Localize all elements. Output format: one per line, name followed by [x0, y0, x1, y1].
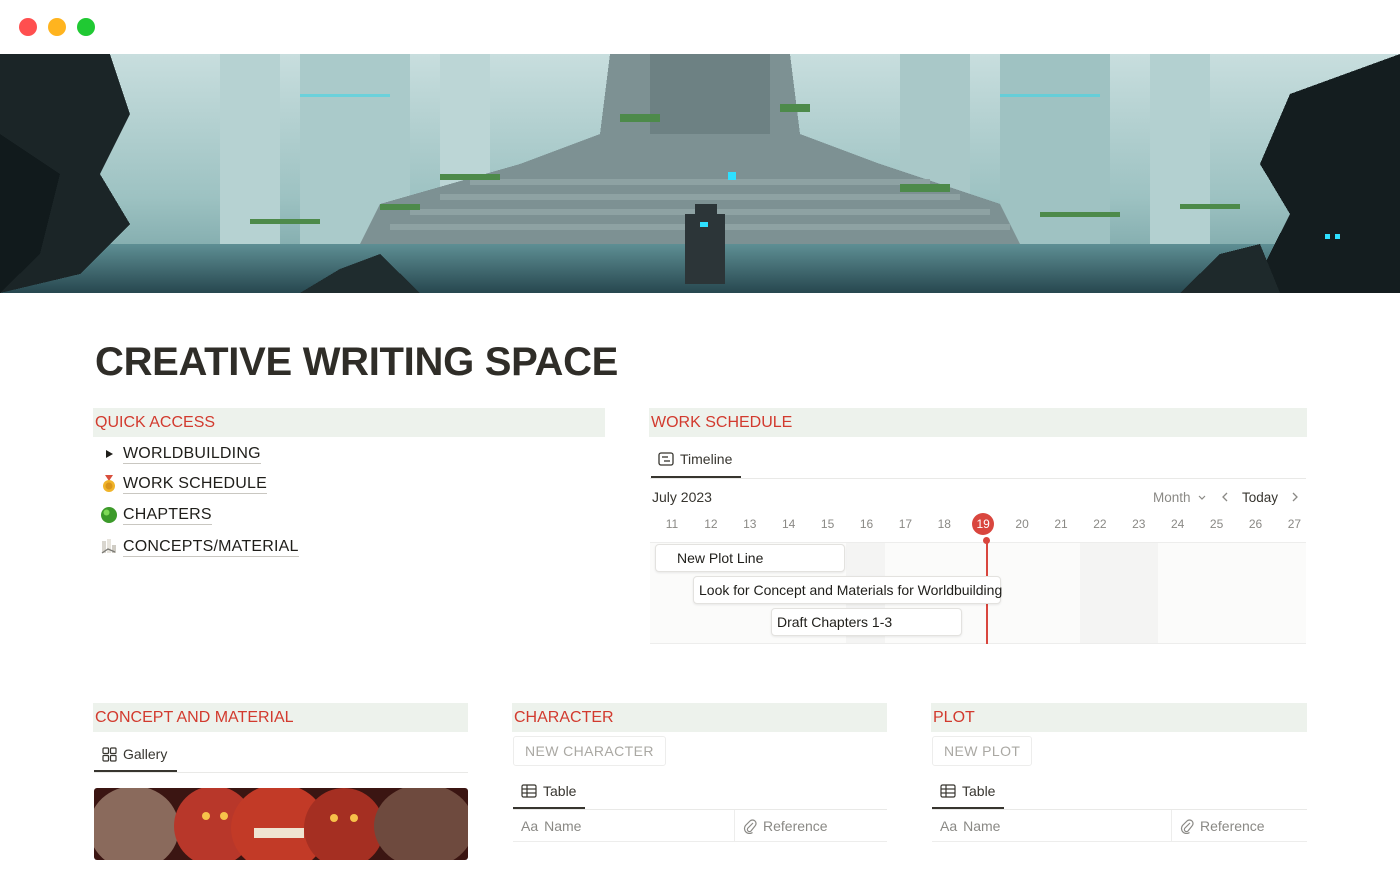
green-ball-icon: [98, 505, 120, 525]
tab-label: Table: [962, 783, 996, 799]
tab-timeline[interactable]: Timeline: [658, 444, 732, 474]
concept-material-heading: CONCEPT AND MATERIAL: [93, 703, 468, 732]
timeline-day: 21: [1054, 517, 1068, 531]
chevron-left-icon: [1222, 492, 1228, 502]
timeline-day-current: 19: [976, 517, 990, 531]
quick-access-label[interactable]: WORK SCHEDULE: [123, 474, 267, 494]
timeline-weekend-shade: [1080, 543, 1158, 643]
timeline-task-bar[interactable]: Look for Concept and Materials for World…: [693, 576, 1002, 604]
timeline-day: 15: [820, 517, 835, 531]
column-header-label: Name: [544, 817, 582, 834]
timeline-icon: [658, 452, 674, 466]
cover-image: [0, 54, 1400, 293]
chevron-right-icon: [1292, 492, 1298, 502]
timeline-day: 22: [1093, 517, 1107, 531]
timeline-day: 18: [937, 517, 951, 531]
text-property-icon: Aa: [940, 817, 958, 834]
chart-document-icon: [98, 537, 120, 557]
column-header-reference[interactable]: Reference: [735, 810, 885, 842]
table-header-row: Aa Name Reference: [932, 809, 1307, 842]
tab-divider: [650, 478, 1306, 479]
timeline-next-button[interactable]: [1290, 491, 1300, 506]
new-plot-button[interactable]: NEW PLOT: [932, 736, 1033, 766]
plot-heading: PLOT: [931, 703, 1307, 732]
paperclip-icon: [743, 818, 757, 834]
work-schedule-heading: WORK SCHEDULE: [649, 408, 1307, 437]
text-property-icon: Aa: [521, 817, 539, 834]
tab-divider: [94, 772, 468, 773]
timeline-day: 12: [704, 517, 718, 531]
table-icon: [521, 784, 537, 798]
tab-label: Gallery: [123, 746, 168, 762]
tab-label: Timeline: [680, 451, 733, 467]
tab-gallery[interactable]: Gallery: [102, 739, 167, 769]
table-header-row: Aa Name Reference: [513, 809, 887, 842]
timeline-day: 16: [859, 517, 874, 531]
quick-access-item-concepts-material[interactable]: CONCEPTS/MATERIAL: [98, 535, 299, 559]
timeline-month-label: July 2023: [652, 489, 712, 505]
column-header-label: Name: [963, 817, 1001, 834]
window-titlebar: [0, 0, 1400, 54]
quick-access-label[interactable]: CONCEPTS/MATERIAL: [123, 537, 299, 557]
timeline-day: 17: [898, 517, 913, 531]
column-header-name[interactable]: Aa Name: [932, 810, 1171, 842]
timeline-day: 27: [1287, 517, 1302, 531]
timeline-day: 23: [1132, 517, 1146, 531]
tab-table[interactable]: Table: [521, 776, 576, 806]
maximize-window-button[interactable]: [77, 18, 95, 36]
paperclip-icon: [1180, 818, 1194, 834]
timeline-day: 24: [1171, 517, 1185, 531]
timeline-task-bar[interactable]: Draft Chapters 1-3: [771, 608, 962, 636]
timeline-day: 26: [1248, 517, 1263, 531]
table-icon: [940, 784, 956, 798]
today-line-dot: [983, 537, 990, 544]
timeline-day: 14: [782, 517, 796, 531]
column-header-reference[interactable]: Reference: [1172, 810, 1306, 842]
gallery-card-image[interactable]: [94, 788, 468, 860]
new-character-button[interactable]: NEW CHARACTER: [513, 736, 666, 766]
page-title: CREATIVE WRITING SPACE: [95, 340, 619, 384]
timeline-today-button[interactable]: Today: [1242, 490, 1278, 505]
column-header-label: Reference: [1200, 817, 1265, 834]
minimize-window-button[interactable]: [48, 18, 66, 36]
quick-access-item-chapters[interactable]: CHAPTERS: [98, 503, 212, 527]
quick-access-item-worldbuilding[interactable]: WORLDBUILDING: [98, 442, 261, 466]
quick-access-label[interactable]: CHAPTERS: [123, 505, 212, 525]
timeline-range-select[interactable]: Month: [1153, 490, 1207, 505]
toggle-triangle-icon[interactable]: [98, 444, 120, 464]
tab-table[interactable]: Table: [940, 776, 995, 806]
quick-access-heading: QUICK ACCESS: [93, 408, 605, 437]
timeline-day: 11: [665, 517, 679, 531]
quick-access-label[interactable]: WORLDBUILDING: [123, 444, 261, 464]
medal-icon: [98, 474, 120, 494]
close-window-button[interactable]: [19, 18, 37, 36]
chevron-down-icon: [1198, 495, 1206, 500]
character-heading: CHARACTER: [512, 703, 887, 732]
timeline-day: 13: [743, 517, 757, 531]
timeline-task-bar[interactable]: New Plot Line: [655, 544, 845, 572]
column-header-name[interactable]: Aa Name: [513, 810, 734, 842]
quick-access-item-work-schedule[interactable]: WORK SCHEDULE: [98, 472, 267, 496]
timeline-prev-button[interactable]: [1220, 491, 1230, 506]
tab-label: Table: [543, 783, 577, 799]
column-header-label: Reference: [763, 817, 828, 834]
timeline-day: 20: [1015, 517, 1029, 531]
gallery-icon: [102, 746, 117, 762]
range-select-label: Month: [1153, 490, 1191, 505]
timeline-day: 25: [1209, 517, 1224, 531]
